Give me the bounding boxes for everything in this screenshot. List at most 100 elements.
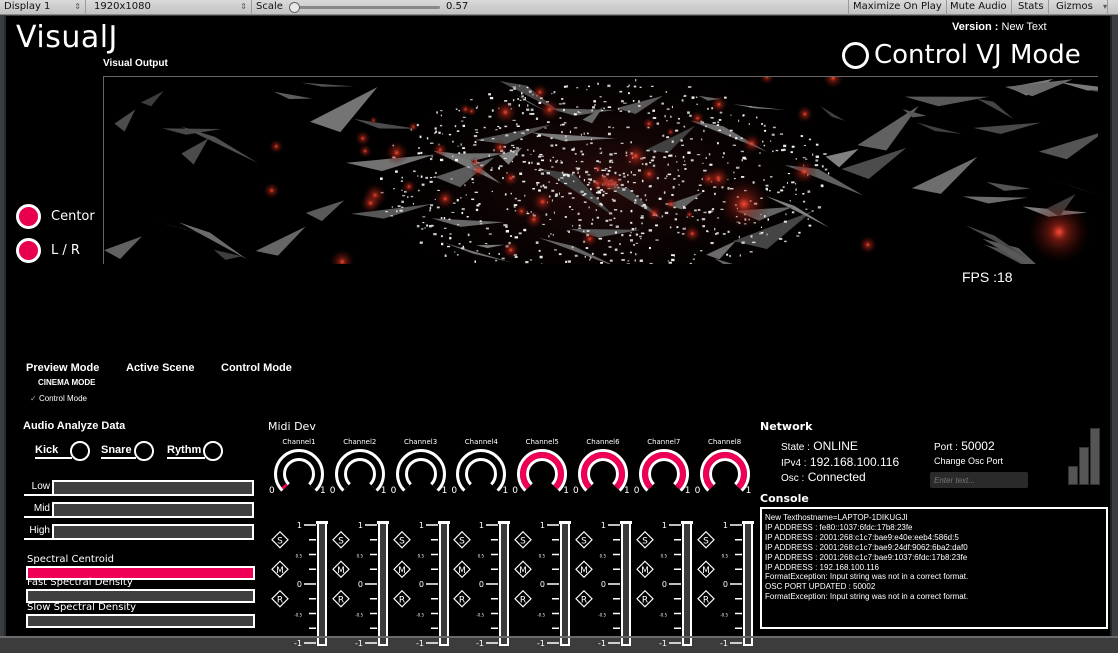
particle xyxy=(512,151,514,153)
osc-port-input[interactable] xyxy=(930,472,1028,488)
mute-button[interactable]: M xyxy=(515,561,531,577)
particle xyxy=(520,100,522,101)
record-button[interactable]: R xyxy=(515,591,531,607)
particle xyxy=(488,116,491,118)
fader-handle[interactable] xyxy=(377,521,389,524)
fader-tick-label: 0.5 xyxy=(356,554,363,559)
rythm-label: Rythm xyxy=(167,443,205,459)
control-mode-dropdown[interactable]: Control Mode xyxy=(221,362,292,374)
mute-button[interactable]: M xyxy=(576,561,592,577)
ipv4-label: IPv4 : xyxy=(781,458,807,469)
channel-fader[interactable]: 10.50-0.5-1SMR xyxy=(695,520,755,652)
fader-handle[interactable] xyxy=(559,521,571,524)
scale-slider-thumb[interactable] xyxy=(289,2,300,13)
display-select[interactable]: Display 1⇕ xyxy=(0,0,86,15)
particle xyxy=(553,234,554,236)
centor-option[interactable]: Centor xyxy=(16,204,95,229)
active-scene-dropdown[interactable]: Active Scene xyxy=(126,362,194,374)
fader-track[interactable] xyxy=(744,523,752,645)
particle xyxy=(635,253,636,255)
channel-knob[interactable] xyxy=(395,448,447,494)
fader-track[interactable] xyxy=(561,523,569,645)
channel-knob[interactable] xyxy=(516,448,568,494)
change-osc-port-label: Change Osc Port xyxy=(934,456,1003,466)
channel-knob[interactable] xyxy=(334,448,386,494)
fader-handle[interactable] xyxy=(620,521,632,524)
fader-track[interactable] xyxy=(318,523,326,645)
particle xyxy=(430,143,433,144)
particle xyxy=(584,201,587,203)
left-right-option[interactable]: L / R xyxy=(16,238,80,263)
record-button[interactable]: R xyxy=(637,591,653,607)
control-vj-mode-toggle[interactable]: Control VJ Mode xyxy=(842,40,1081,70)
control-mode-item[interactable]: ✓ Control Mode xyxy=(30,394,87,403)
solo-button[interactable]: S xyxy=(576,532,592,548)
channel-fader[interactable]: 10.50-0.5-1SMR xyxy=(391,520,451,652)
maximize-on-play-button[interactable]: Maximize On Play xyxy=(848,0,947,15)
solo-button[interactable]: S xyxy=(333,532,349,548)
fader-handle[interactable] xyxy=(681,521,693,524)
solo-button[interactable]: S xyxy=(454,532,470,548)
fader-handle[interactable] xyxy=(742,521,754,524)
particle xyxy=(707,108,709,110)
particle xyxy=(709,164,712,166)
solo-button[interactable]: S xyxy=(394,532,410,548)
particle xyxy=(751,235,753,237)
fader-track[interactable] xyxy=(379,523,387,645)
button-label: R xyxy=(277,595,283,605)
record-button[interactable]: R xyxy=(272,591,288,607)
record-button[interactable]: R xyxy=(454,591,470,607)
channel-fader[interactable]: 10.50-0.5-1SMR xyxy=(269,520,329,652)
mute-button[interactable]: M xyxy=(454,561,470,577)
preview-mode-dropdown[interactable]: Preview Mode xyxy=(26,362,99,374)
particle xyxy=(401,180,403,182)
channel-fader[interactable]: 10.50-0.5-1SMR xyxy=(634,520,694,652)
glow-orb xyxy=(525,210,544,229)
mute-button[interactable]: M xyxy=(698,561,714,577)
channel-fader[interactable]: 10.50-0.5-1SMR xyxy=(512,520,572,652)
fader-handle[interactable] xyxy=(438,521,450,524)
mute-button[interactable]: M xyxy=(333,561,349,577)
record-button[interactable]: R xyxy=(698,591,714,607)
cinema-mode-item[interactable]: CINEMA MODE xyxy=(38,378,95,387)
particle xyxy=(418,147,420,148)
particle xyxy=(559,253,562,255)
particle xyxy=(801,135,803,137)
channel-knob[interactable] xyxy=(273,448,325,494)
particle xyxy=(463,117,466,118)
fader-track[interactable] xyxy=(683,523,691,645)
channel-fader[interactable]: 10.50-0.5-1SMR xyxy=(573,520,633,652)
solo-button[interactable]: S xyxy=(698,532,714,548)
stats-button[interactable]: Stats xyxy=(1014,0,1049,15)
fader-track[interactable] xyxy=(440,523,448,645)
particle xyxy=(572,225,573,226)
solo-button[interactable]: S xyxy=(637,532,653,548)
mute-audio-button[interactable]: Mute Audio xyxy=(946,0,1012,15)
channel-fader[interactable]: 10.50-0.5-1SMR xyxy=(451,520,511,652)
fader-track[interactable] xyxy=(500,523,508,645)
mute-button[interactable]: M xyxy=(394,561,410,577)
mute-button[interactable]: M xyxy=(637,561,653,577)
particle xyxy=(407,196,408,197)
record-button[interactable]: R xyxy=(394,591,410,607)
fader-handle[interactable] xyxy=(316,521,328,524)
scale-slider-track[interactable] xyxy=(292,6,440,9)
particle xyxy=(572,172,575,174)
record-button[interactable]: R xyxy=(576,591,592,607)
channel-knob[interactable] xyxy=(638,448,690,494)
channel-knob[interactable] xyxy=(699,448,751,494)
fader-track[interactable] xyxy=(622,523,630,645)
fader-handle[interactable] xyxy=(498,521,510,524)
particle xyxy=(568,231,570,233)
solo-button[interactable]: S xyxy=(272,532,288,548)
record-button[interactable]: R xyxy=(333,591,349,607)
channel-knob[interactable] xyxy=(577,448,629,494)
resolution-select[interactable]: 1920x1080⇕ xyxy=(90,0,252,15)
console-log[interactable]: New Texthostname=LAPTOP-1DIKUGJIIP ADDRE… xyxy=(760,507,1108,629)
channel-knob[interactable] xyxy=(455,448,507,494)
mute-button[interactable]: M xyxy=(272,561,288,577)
solo-button[interactable]: S xyxy=(515,532,531,548)
channel-fader[interactable]: 10.50-0.5-1SMR xyxy=(330,520,390,652)
gizmos-button[interactable]: Gizmos▾ xyxy=(1052,0,1108,15)
particle xyxy=(576,161,577,162)
